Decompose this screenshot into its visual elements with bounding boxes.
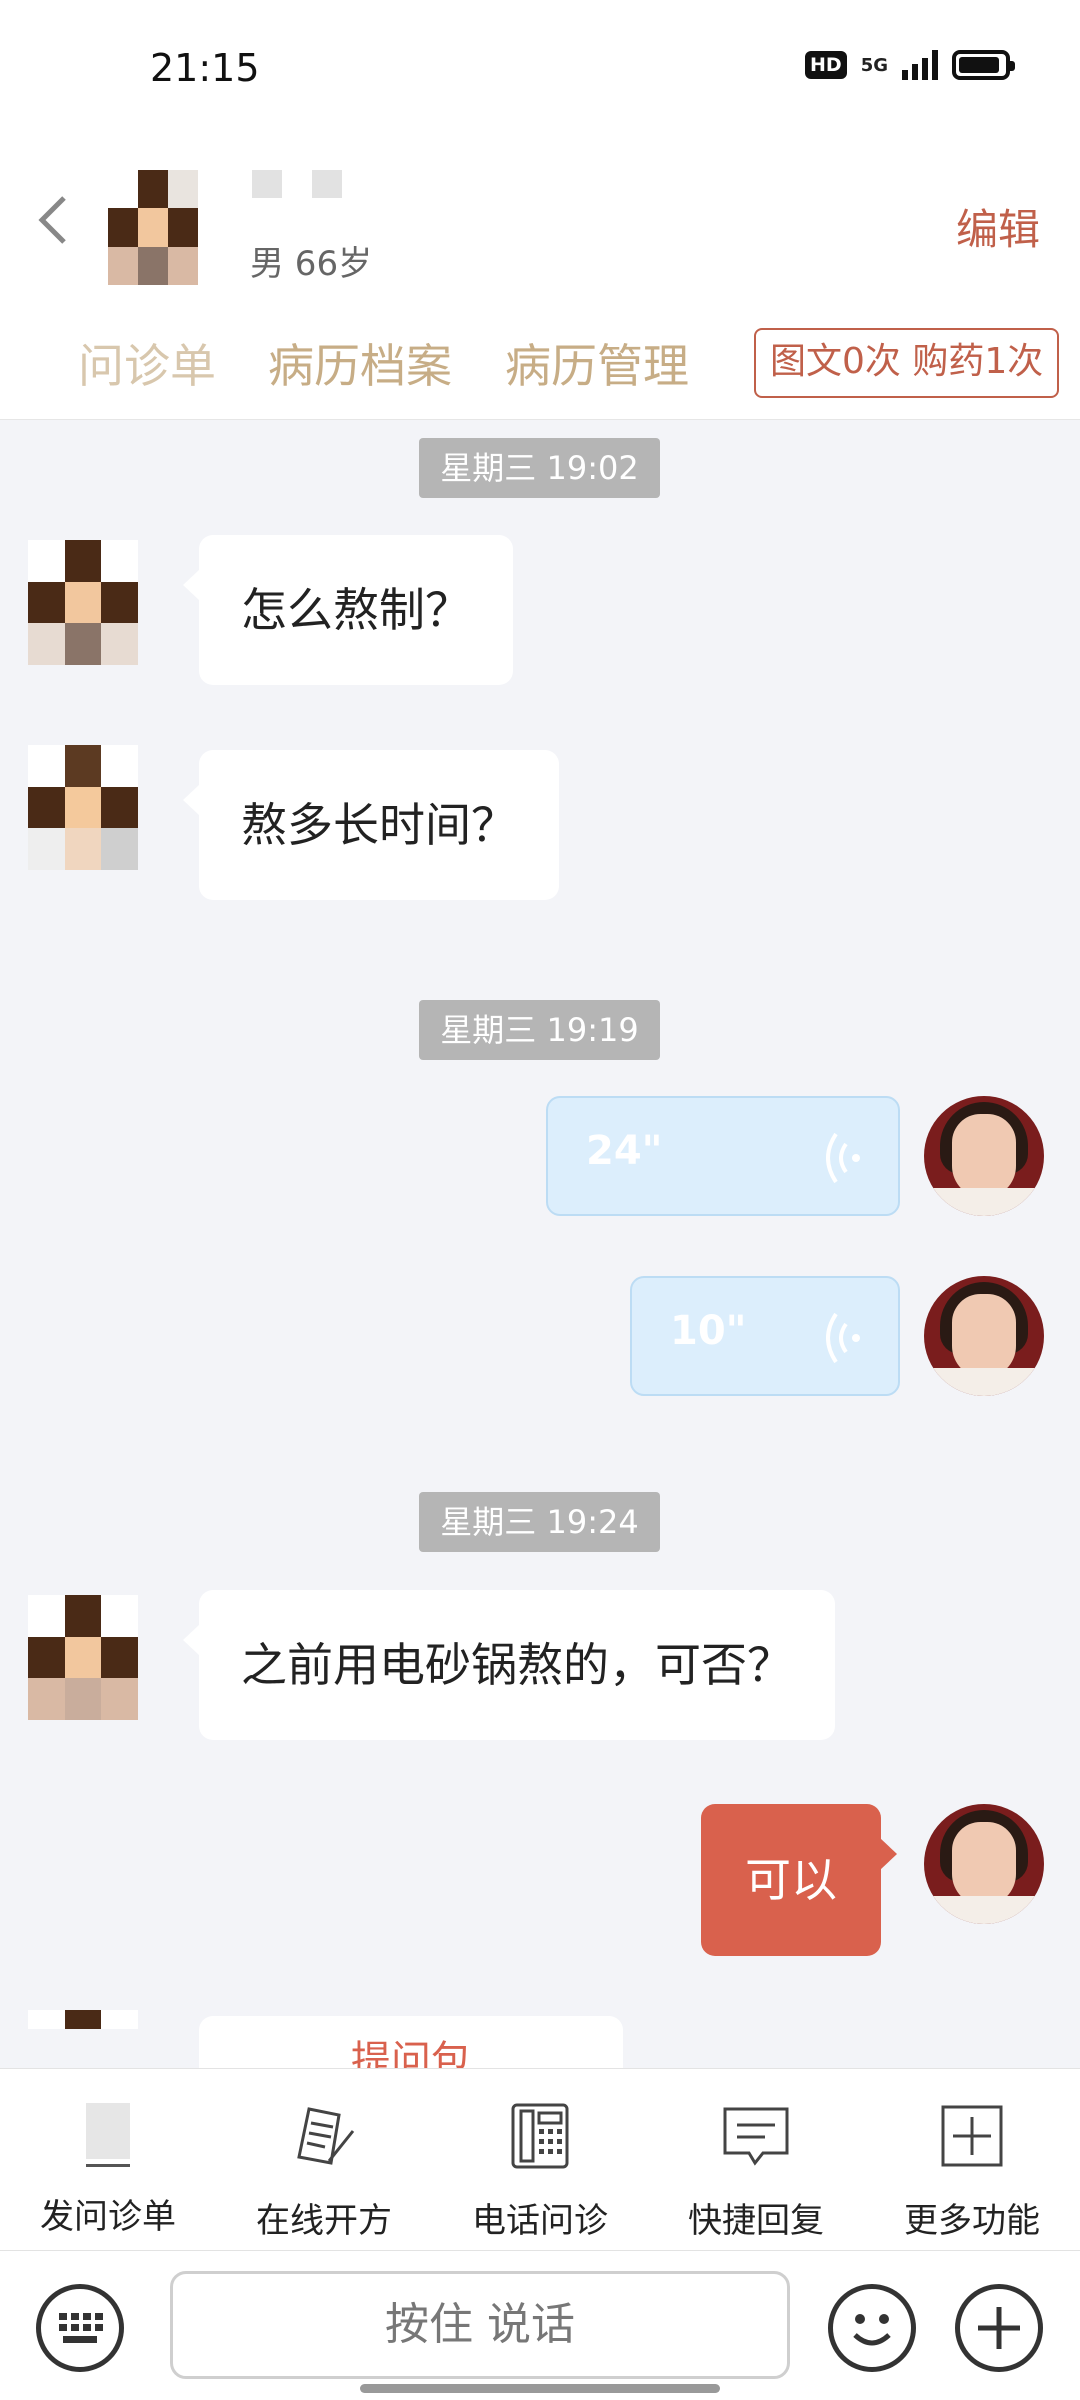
prescription-icon	[297, 2107, 355, 2165]
doctor-avatar[interactable]	[924, 1096, 1044, 1216]
back-icon[interactable]	[34, 192, 74, 248]
plus-icon	[978, 2307, 1020, 2349]
questionnaire-icon	[73, 2101, 143, 2171]
voice-duration: 10"	[670, 1308, 747, 1354]
tab-medical-records[interactable]: 病历档案	[268, 330, 452, 396]
question-pack-card[interactable]: 提问包	[199, 2016, 623, 2068]
phone-consult-button[interactable]: 电话问诊	[432, 2101, 648, 2242]
tab-questionnaire[interactable]: 问诊单	[78, 330, 216, 396]
doctor-avatar[interactable]	[924, 1804, 1044, 1924]
signal-icon	[902, 50, 938, 80]
input-bar: 按住 说话	[0, 2250, 1080, 2400]
voice-message[interactable]: 10"	[630, 1276, 900, 1396]
timestamp: 星期三 19:02	[419, 438, 660, 498]
message-bubble-patient[interactable]: 怎么熬制？	[183, 535, 513, 685]
patient-avatar[interactable]	[28, 2010, 138, 2068]
patient-avatar[interactable]	[28, 540, 138, 665]
voice-wave-icon	[826, 1132, 860, 1184]
keyboard-toggle-button[interactable]	[36, 2284, 124, 2372]
smiley-icon	[853, 2314, 891, 2346]
hold-to-talk-button[interactable]: 按住 说话	[170, 2271, 790, 2379]
voice-message[interactable]: 24"	[546, 1096, 900, 1216]
patient-avatar[interactable]	[28, 1595, 138, 1720]
quick-reply-icon	[723, 2107, 789, 2166]
tab-record-management[interactable]: 病历管理	[505, 330, 689, 396]
network-type: 5G	[860, 54, 888, 76]
patient-tabs: 问诊单 病历档案 病历管理 图文0次 购药1次	[0, 328, 1080, 400]
battery-icon	[952, 50, 1015, 80]
timestamp: 星期三 19:24	[419, 1492, 660, 1552]
system-icons: HD 5G	[805, 50, 1015, 80]
emoji-button[interactable]	[828, 2284, 916, 2372]
message-bubble-doctor[interactable]: 可以	[701, 1804, 897, 1956]
plus-square-icon	[941, 2105, 1003, 2167]
function-toolbar: 发问诊单 在线开方 电话问诊 快捷回复 更多功能	[0, 2068, 1080, 2250]
hd-icon: HD	[805, 51, 847, 79]
status-time: 21:15	[150, 46, 260, 90]
phone-icon	[511, 2103, 569, 2169]
doctor-avatar[interactable]	[924, 1276, 1044, 1396]
online-prescription-button[interactable]: 在线开方	[216, 2101, 432, 2242]
message-bubble-patient[interactable]: 之前用电砂锅熬的，可否？	[183, 1590, 835, 1740]
edit-button[interactable]: 编辑	[956, 196, 1040, 257]
voice-wave-icon	[826, 1312, 860, 1364]
patient-name-redacted	[252, 170, 362, 202]
message-bubble-patient[interactable]: 熬多长时间？	[183, 750, 559, 900]
patient-avatar[interactable]	[108, 170, 198, 285]
home-indicator	[360, 2384, 720, 2393]
patient-avatar[interactable]	[28, 745, 138, 870]
send-questionnaire-button[interactable]: 发问诊单	[0, 2101, 216, 2238]
chat-header: 男 66岁 编辑 问诊单 病历档案 病历管理 图文0次 购药1次	[0, 140, 1080, 420]
more-functions-button[interactable]: 更多功能	[864, 2101, 1080, 2242]
patient-gender-age: 男 66岁	[250, 244, 373, 284]
voice-duration: 24"	[586, 1128, 663, 1174]
keyboard-icon	[59, 2313, 103, 2343]
usage-badge[interactable]: 图文0次 购药1次	[754, 328, 1060, 398]
quick-reply-button[interactable]: 快捷回复	[648, 2101, 864, 2242]
status-bar: 21:15 HD 5G	[0, 0, 1080, 140]
attach-button[interactable]	[955, 2284, 1043, 2372]
timestamp: 星期三 19:19	[419, 1000, 660, 1060]
